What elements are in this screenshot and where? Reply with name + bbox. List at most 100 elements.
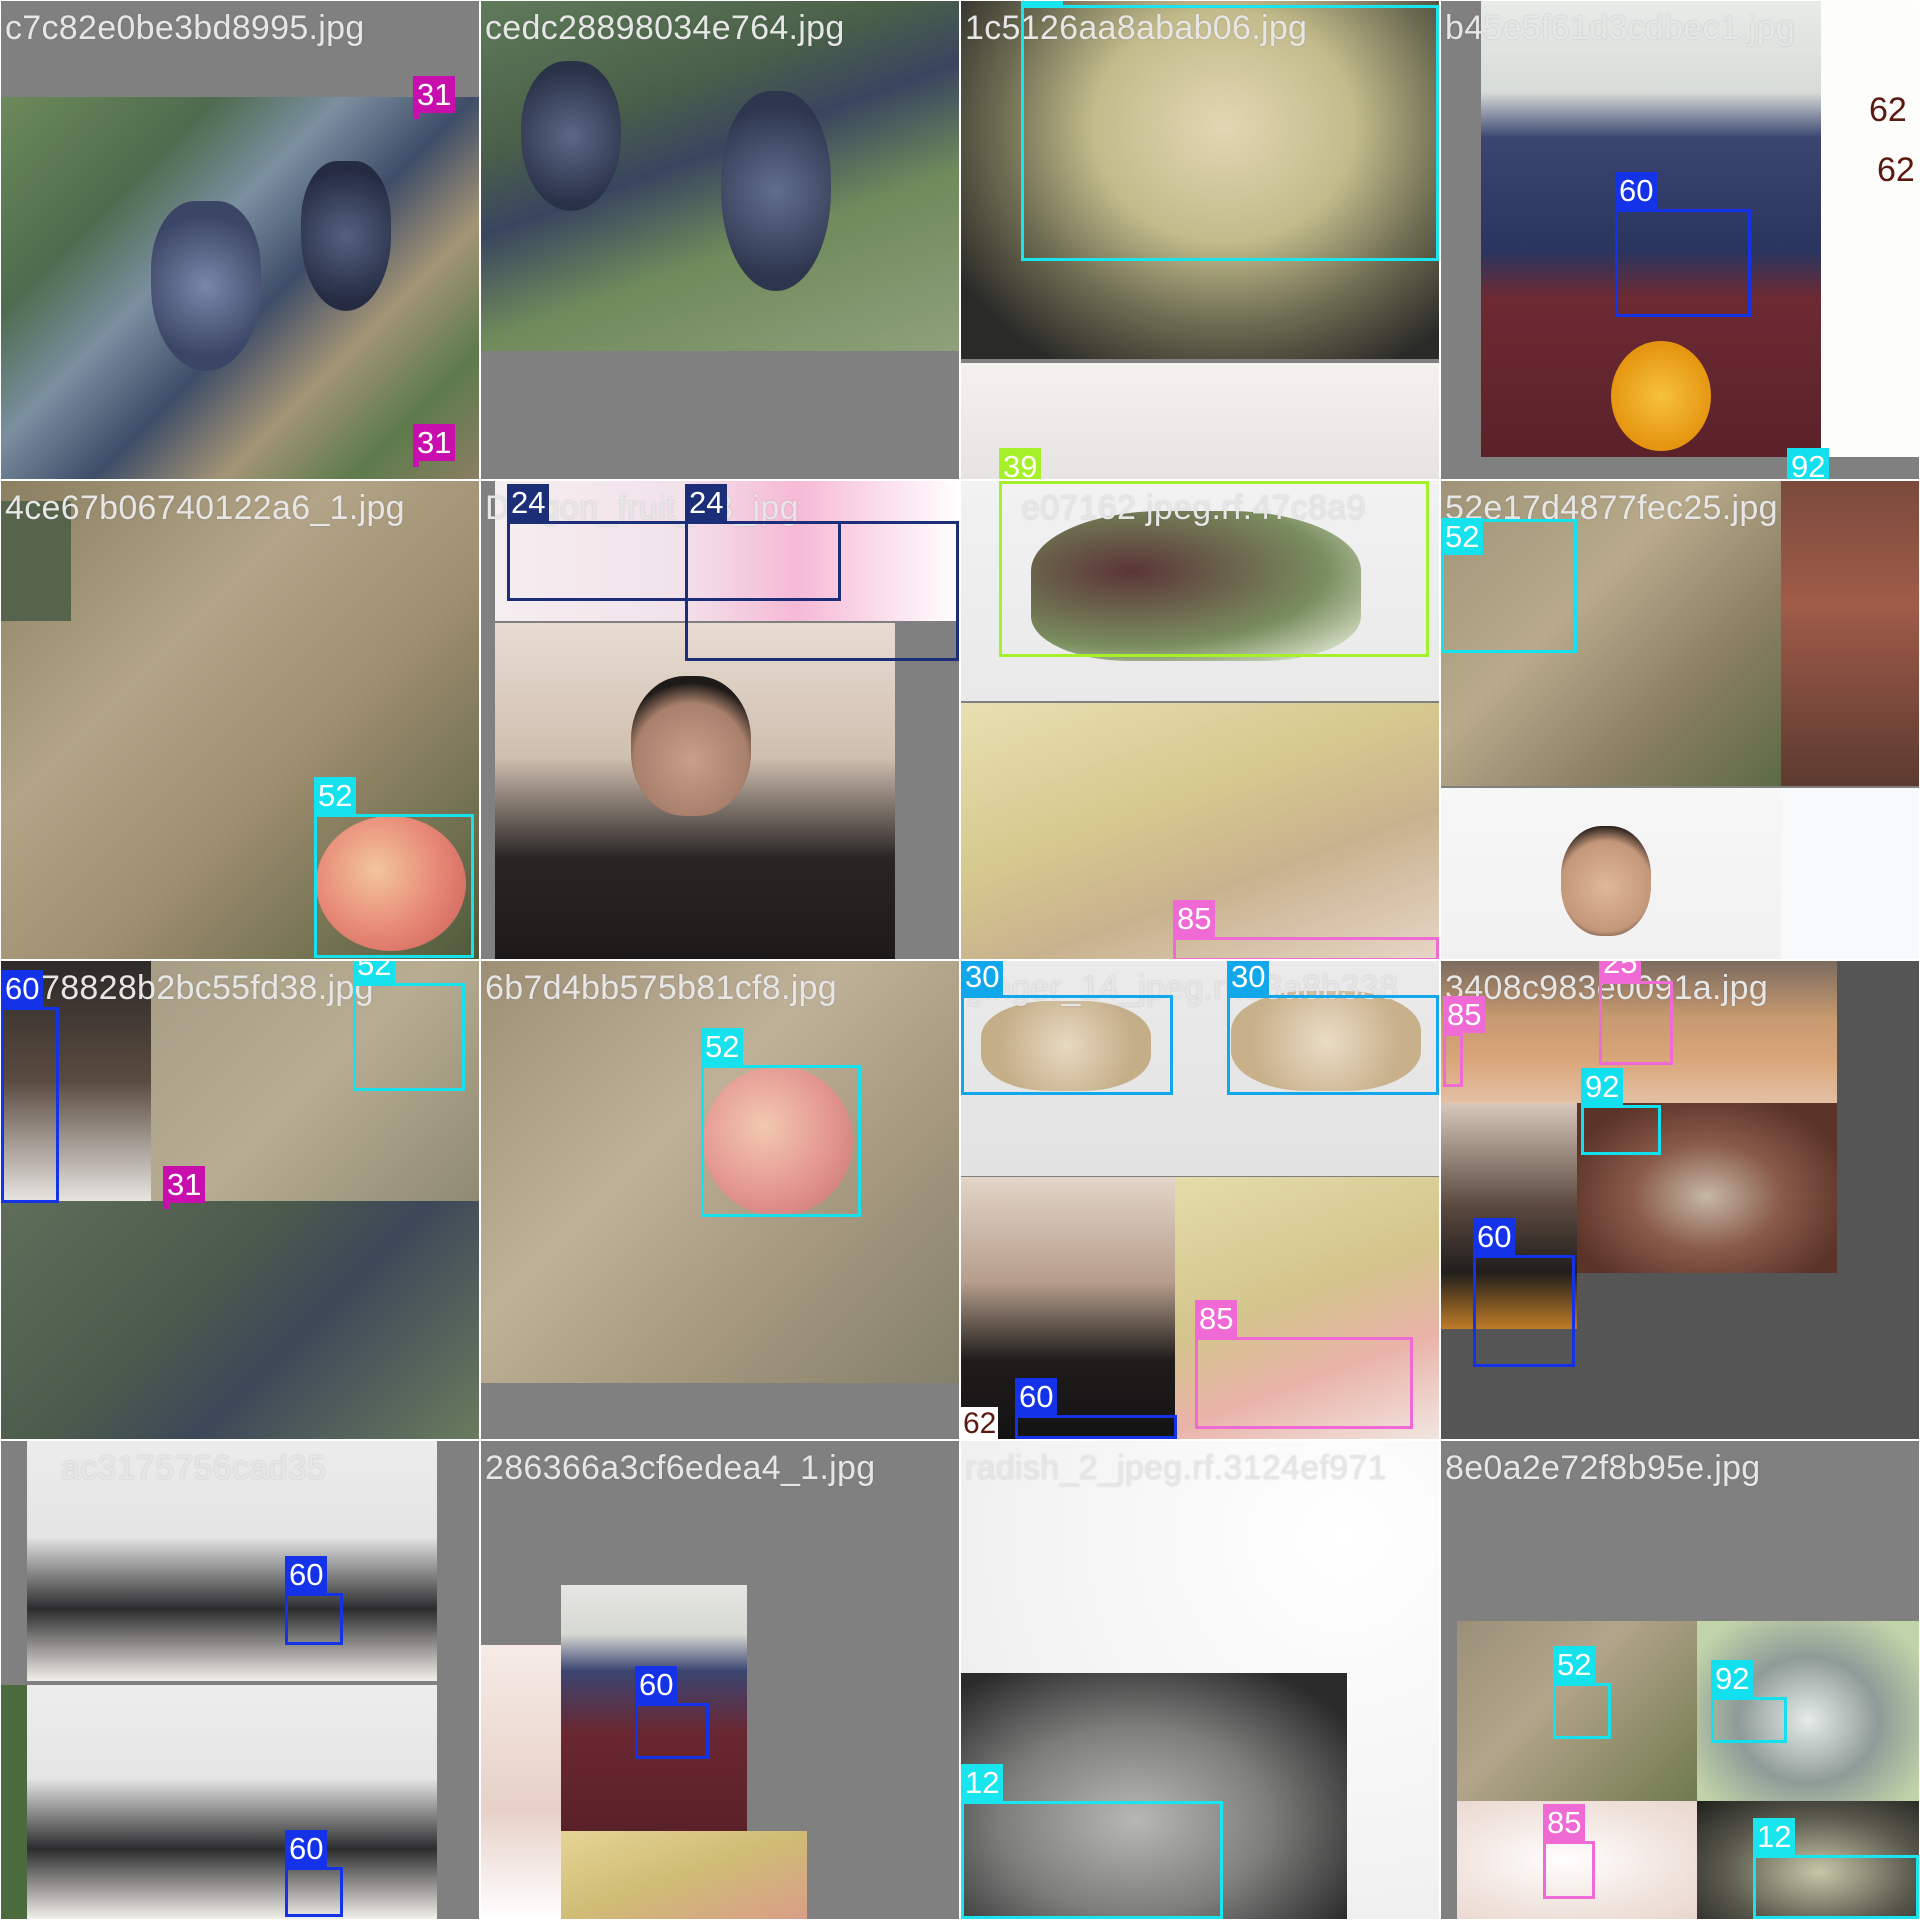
- detection-box[interactable]: 31: [413, 76, 456, 119]
- detection-box[interactable]: 12: [1021, 1, 1439, 261]
- grape-cluster: [521, 61, 621, 211]
- class-label: 31: [163, 1166, 206, 1203]
- class-label: 62: [961, 1407, 999, 1439]
- detection-box[interactable]: 60: [1, 970, 59, 1203]
- detection-box[interactable]: 60: [635, 1666, 709, 1759]
- tile-filename: 286366a3cf6edea4_1.jpg: [485, 1449, 876, 1487]
- class-label: 85: [1173, 900, 1216, 937]
- detection-box[interactable]: 60: [1015, 1378, 1177, 1439]
- detection-box[interactable]: 31: [163, 1166, 206, 1209]
- detection-box[interactable]: 85: [1173, 900, 1439, 959]
- class-label: 85: [1195, 1300, 1238, 1337]
- detection-box[interactable]: 52: [1553, 1646, 1611, 1739]
- mosaic-tile[interactable]: c7c82e0be3bd8995.jpg 31 31: [1, 1, 479, 479]
- grape-cluster: [721, 91, 831, 291]
- mosaic-tile[interactable]: 78828b2bc55fd38.jpg 60 52 31: [1, 961, 479, 1439]
- mosaic-tile[interactable]: radish_2_jpeg.rf.3124ef971 12: [961, 1441, 1439, 1919]
- quiche-photo: [561, 1831, 807, 1919]
- detection-box[interactable]: 52: [314, 777, 474, 958]
- class-label: 25: [1599, 961, 1642, 981]
- detection-box[interactable]: 24: [685, 484, 959, 661]
- detection-box[interactable]: 92: [1711, 1660, 1787, 1743]
- mosaic-tile[interactable]: ginger_14_jpeg.rf.d8a8b338 30 30 85 60 6…: [961, 961, 1439, 1439]
- mosaic-tile[interactable]: 1c5126aa8abab06.jpg 12 39: [961, 1, 1439, 479]
- class-label: 60: [1615, 172, 1658, 209]
- class-label: 92: [1711, 1660, 1754, 1697]
- detection-box[interactable]: 52: [1441, 518, 1577, 653]
- grape-cluster-a: [151, 201, 261, 371]
- class-label: 24: [507, 484, 550, 521]
- mosaic-tile[interactable]: cedc28898034e764.jpg: [481, 1, 959, 479]
- class-label: 60: [635, 1666, 678, 1703]
- leaf-photo: [1, 501, 71, 621]
- man-face: [1561, 826, 1651, 936]
- class-label: 39: [999, 448, 1042, 479]
- class-label: 30: [961, 961, 1004, 995]
- class-label: 60: [285, 1830, 328, 1867]
- class-label: 85: [1443, 996, 1486, 1033]
- detection-box[interactable]: 31: [413, 424, 456, 467]
- detection-box[interactable]: 52: [353, 961, 465, 1091]
- class-label: 31: [413, 76, 456, 113]
- class-label: 52: [314, 777, 357, 814]
- detection-box[interactable]: 30: [1227, 961, 1439, 1095]
- tile-filename: 8e0a2e72f8b95e.jpg: [1445, 1449, 1761, 1487]
- mosaic-tile[interactable]: b45e5f61d3cdbec1.jpg 60 62 62 92: [1441, 1, 1919, 479]
- class-label: 60: [1015, 1378, 1058, 1415]
- detection-box[interactable]: 92: [1581, 1068, 1661, 1155]
- mosaic-tile[interactable]: Dragon_fruit_53_jpg 24 24: [481, 481, 959, 959]
- mosaic-tile[interactable]: 6b7d4bb575b81cf8.jpg 52: [481, 961, 959, 1439]
- mosaic-grid: c7c82e0be3bd8995.jpg 31 31 cedc28898034e…: [0, 0, 1920, 1920]
- class-label: 31: [413, 424, 456, 461]
- detection-box[interactable]: 52: [701, 1028, 861, 1217]
- class-label: 52: [1553, 1646, 1596, 1683]
- mosaic-tile[interactable]: 4ce67b06740122a6_1.jpg 52: [1, 481, 479, 959]
- detection-box[interactable]: 12: [1753, 1818, 1919, 1919]
- class-label: 92: [1581, 1068, 1624, 1105]
- mosaic-tile[interactable]: 52e17d4877fec25.jpg 52: [1441, 481, 1919, 959]
- detection-box[interactable]: [999, 481, 1429, 657]
- mosaic-tile[interactable]: 286366a3cf6edea4_1.jpg 60: [481, 1441, 959, 1919]
- class-label: 62: [1869, 91, 1907, 129]
- leaf-strip: [1, 1685, 27, 1919]
- detection-box[interactable]: 25: [1599, 961, 1673, 1065]
- mosaic-tile[interactable]: 3408c983e0091a.jpg 85 25 92 60: [1441, 961, 1919, 1439]
- detection-box[interactable]: 85: [1543, 1804, 1595, 1899]
- boy-cutting-photo: [961, 1177, 1175, 1439]
- class-label: 60: [285, 1556, 328, 1593]
- class-label: 30: [1227, 961, 1270, 995]
- plate-photo: [481, 1645, 561, 1919]
- grape-cluster-b: [301, 161, 391, 311]
- mosaic-tile[interactable]: e07162 jpeg.rf.47c8a9 85: [961, 481, 1439, 959]
- detection-box[interactable]: 85: [1443, 996, 1486, 1087]
- class-label: 12: [1753, 1818, 1796, 1855]
- class-label: 62: [1877, 151, 1915, 189]
- detection-box[interactable]: 30: [961, 961, 1173, 1095]
- class-label: 12: [1021, 1, 1064, 5]
- class-label: 24: [685, 484, 728, 521]
- grape-vine-photo: [1, 1201, 479, 1439]
- white-panel-photo: [1781, 788, 1919, 959]
- detection-box[interactable]: 85: [1195, 1300, 1413, 1429]
- boy-head: [631, 676, 751, 816]
- class-label: 60: [1, 970, 44, 1007]
- class-label: 60: [1473, 1218, 1516, 1255]
- detection-box[interactable]: 60: [1615, 172, 1751, 317]
- detection-box[interactable]: 12: [961, 1764, 1223, 1919]
- fish-photo: [1781, 481, 1919, 786]
- mosaic-tile[interactable]: ac3175756cad35 60 60: [1, 1441, 479, 1919]
- event-photo: [27, 1685, 437, 1919]
- detection-box[interactable]: 60: [285, 1556, 343, 1645]
- detection-box[interactable]: 60: [285, 1830, 343, 1917]
- class-label: 12: [961, 1764, 1004, 1801]
- class-label: 52: [353, 961, 396, 983]
- detection-box[interactable]: 60: [1473, 1218, 1575, 1367]
- pumpkin-half: [1611, 341, 1711, 451]
- event-photo: [27, 1441, 437, 1681]
- tile-filename: c7c82e0be3bd8995.jpg: [5, 9, 365, 47]
- class-label: 52: [1441, 518, 1484, 555]
- class-label: 52: [701, 1028, 744, 1065]
- mosaic-tile[interactable]: 8e0a2e72f8b95e.jpg 52 92 85 12: [1441, 1441, 1919, 1919]
- white-side-photo: [1821, 1, 1919, 457]
- class-label: 92: [1787, 448, 1830, 479]
